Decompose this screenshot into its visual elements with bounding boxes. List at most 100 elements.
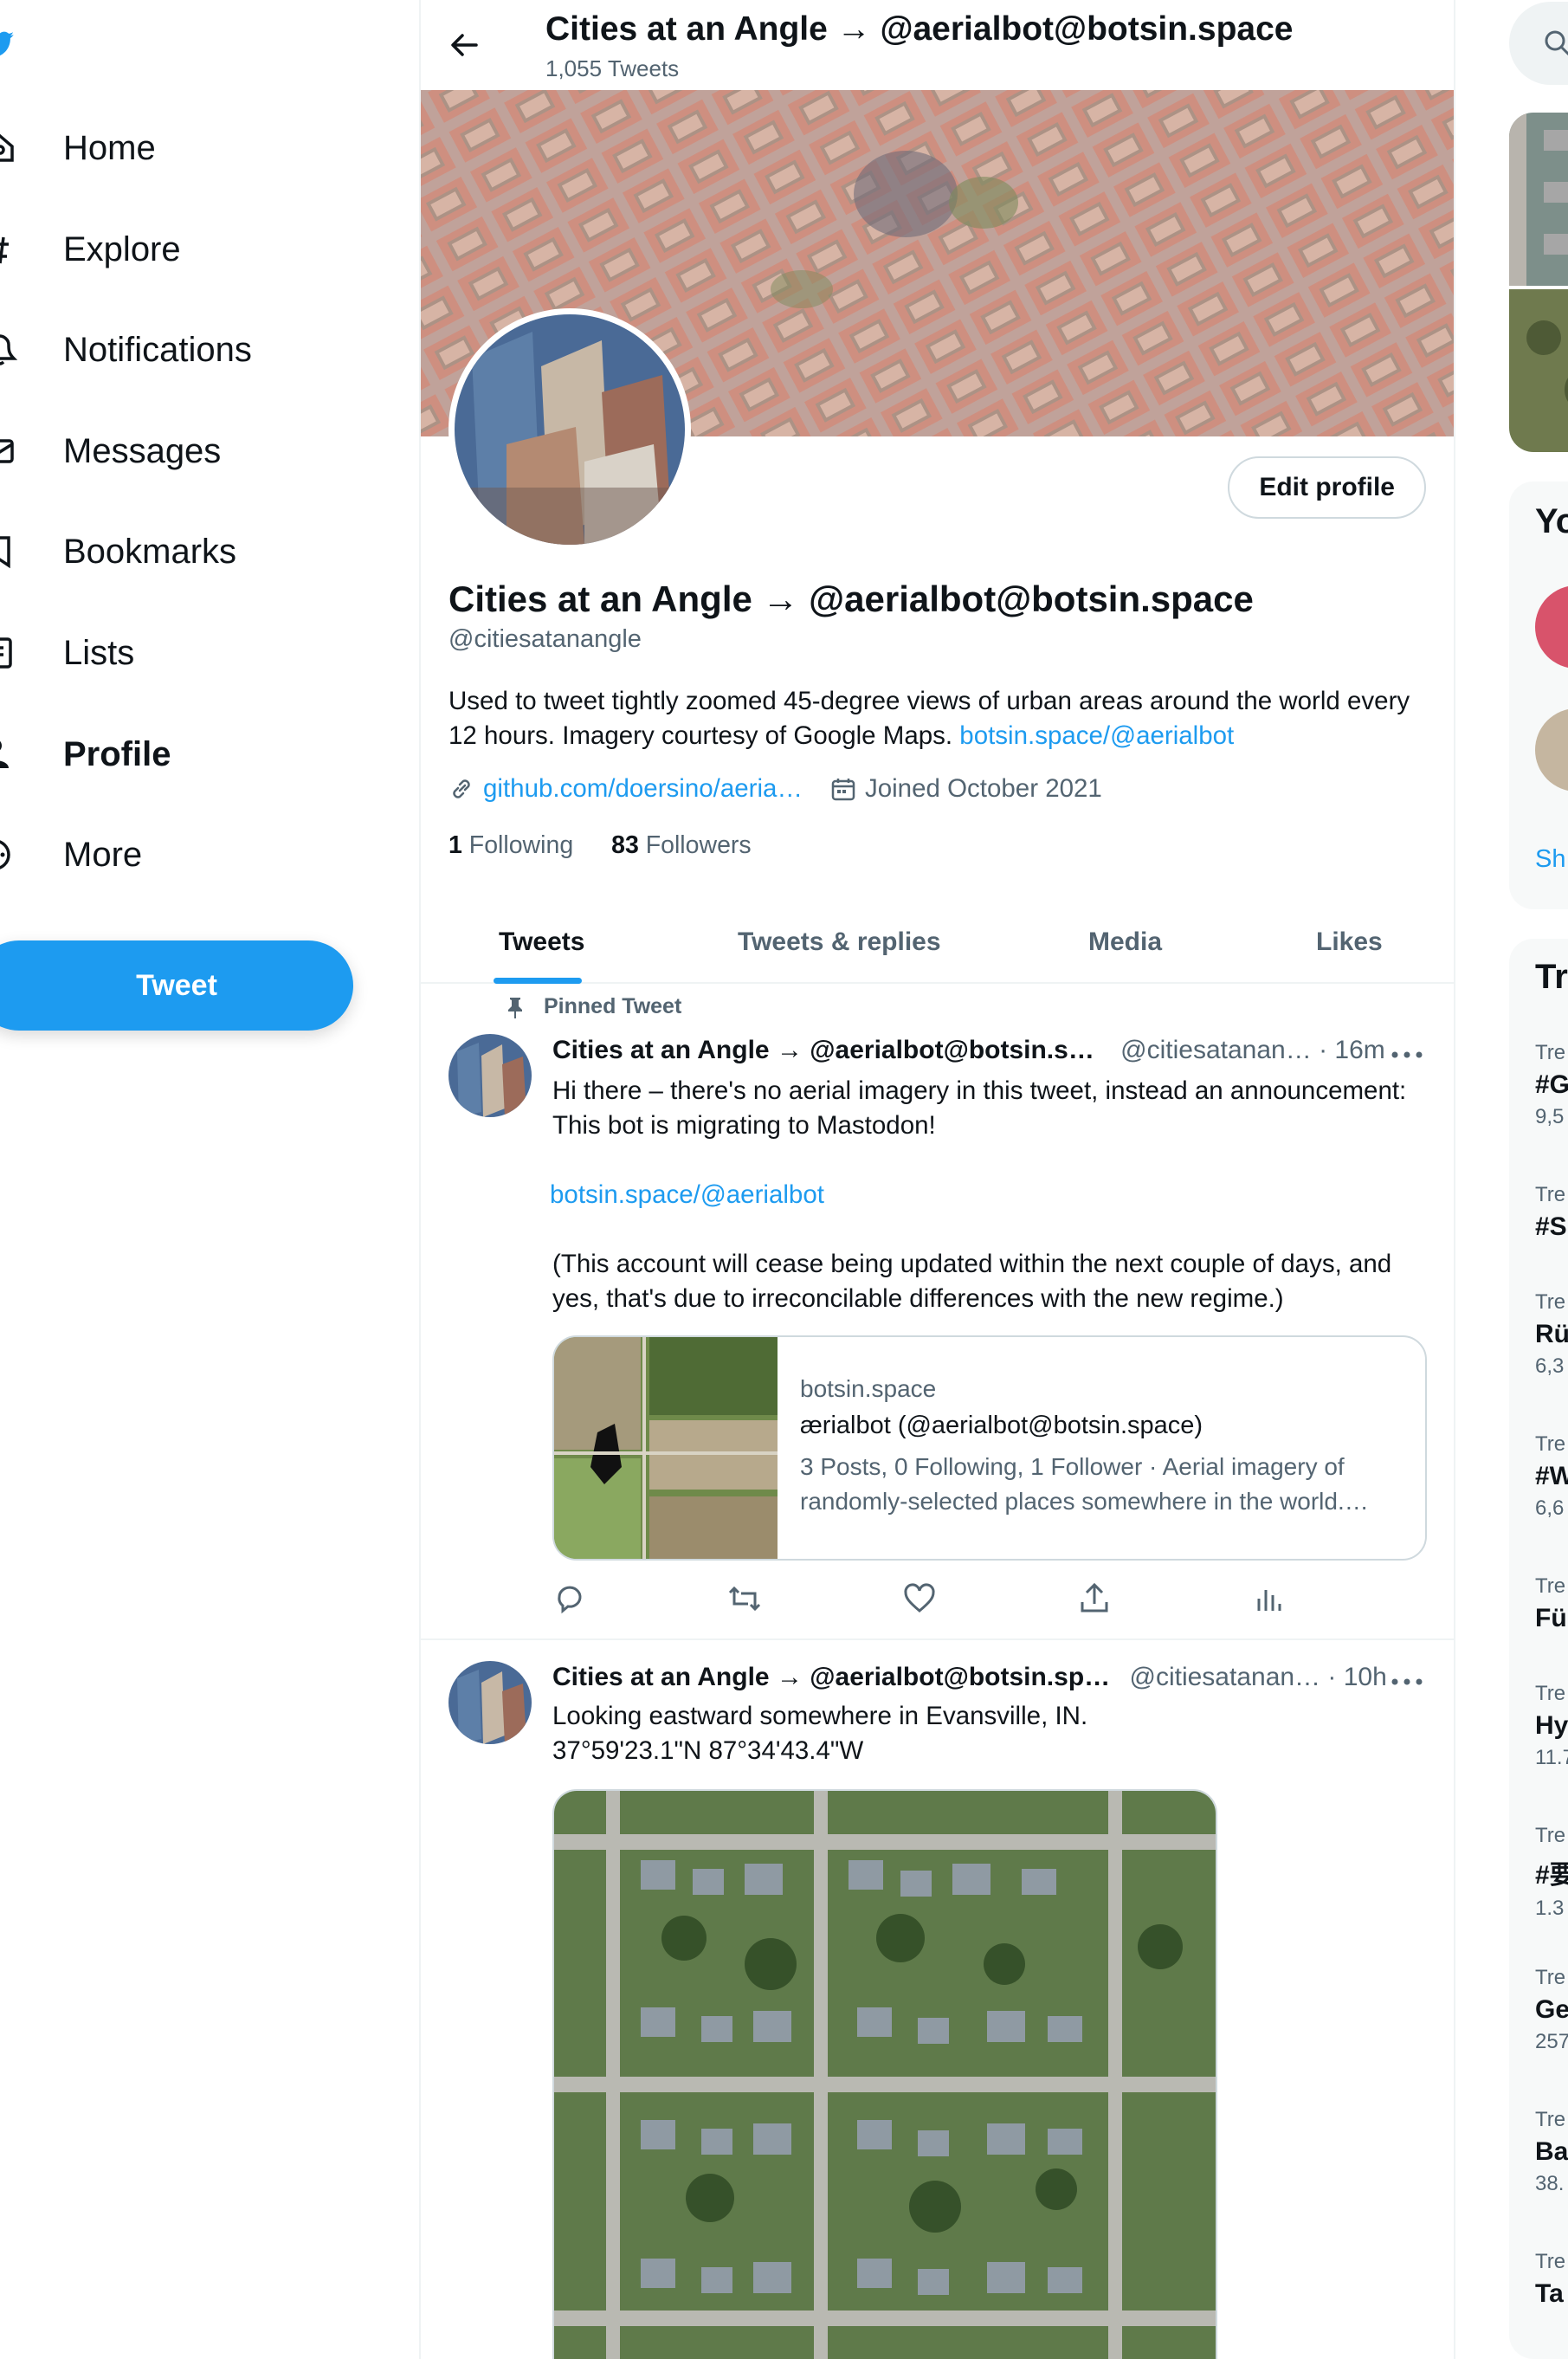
trend-item[interactable]: Tre #G 9,5 (1535, 1041, 1568, 1129)
show-more-link[interactable]: Sh (1535, 845, 1565, 874)
like-icon[interactable] (902, 1581, 937, 1616)
tweet-link[interactable]: botsin.space/@aerialbot (550, 1178, 1424, 1212)
tweet-text-continued: (This account will cease being updated w… (552, 1250, 1392, 1313)
more-circle-icon (0, 840, 10, 869)
active-tab-indicator (494, 978, 582, 984)
reply-icon[interactable] (552, 1581, 587, 1616)
back-arrow-icon[interactable] (443, 24, 485, 66)
trend-name: Fü (1535, 1604, 1567, 1632)
trend-item[interactable]: Tre Hy 11.7 (1535, 1682, 1568, 1770)
trend-name: #要 (1535, 1861, 1568, 1890)
tab-media[interactable]: Media (1088, 901, 1162, 984)
tweet-button[interactable]: Tweet (0, 940, 353, 1031)
tweet-author-avatar[interactable] (448, 1034, 532, 1117)
trend-name: Hy (1535, 1711, 1568, 1740)
tab-likes-label: Likes (1316, 927, 1383, 956)
tweet-actions (552, 1581, 1314, 1616)
tweet-author-handle[interactable]: @citiesatanan… (1120, 1036, 1312, 1064)
nav-explore[interactable]: Explore (0, 215, 181, 284)
profile-photos-preview[interactable] (1509, 113, 1568, 452)
trend-item[interactable]: Tre Rü 6,3 (1535, 1290, 1568, 1379)
trend-item[interactable]: Tre Ta (1535, 2250, 1565, 2309)
trend-name: Rü (1535, 1320, 1568, 1348)
tweet-author-name[interactable]: Cities at an Angle → @aerialbot@botsin.s… (552, 1663, 1110, 1691)
tweet-media-image[interactable] (552, 1789, 1217, 2359)
profile-avatar[interactable] (448, 308, 691, 551)
trend-item[interactable]: Tre Fü (1535, 1574, 1567, 1633)
followers-count: 83 (611, 831, 639, 859)
tweet-text: Hi there – there's no aerial imagery in … (552, 1076, 1407, 1140)
trend-name: #G (1535, 1070, 1568, 1099)
nav-messages[interactable]: Messages (0, 417, 221, 486)
tab-tweets-replies-label: Tweets & replies (738, 927, 941, 956)
profile-meta: github.com/doersino/aeria… Joined Octobe… (448, 774, 1102, 804)
tab-likes[interactable]: Likes (1316, 901, 1383, 984)
profile-website-link[interactable]: github.com/doersino/aeria… (483, 774, 803, 804)
nav-profile[interactable]: Profile (0, 720, 171, 789)
tweet-text: Looking eastward somewhere in Evansville… (552, 1702, 1088, 1765)
trend-item[interactable]: Tre #S (1535, 1183, 1567, 1242)
trend-label: Tre (1535, 1432, 1566, 1456)
trend-name: Ge (1535, 1995, 1568, 2024)
more-options-icon[interactable] (1388, 1046, 1426, 1063)
trends-heading: Tr (1535, 958, 1568, 996)
tweet-timestamp[interactable]: · 10h (1327, 1663, 1386, 1691)
trend-item[interactable]: Tre Ba 38. (1535, 2108, 1568, 2196)
nav-lists[interactable]: Lists (0, 618, 134, 688)
profile-handle: @citiesatanangle (448, 625, 642, 653)
following-count: 1 (448, 831, 462, 859)
nav-messages-label: Messages (63, 431, 222, 470)
tab-tweets[interactable]: Tweets (499, 901, 584, 984)
profile-header-bar: Cities at an Angle → @aerialbot@botsin.s… (421, 0, 1454, 90)
nav-explore-label: Explore (63, 229, 181, 268)
search-icon (1545, 30, 1568, 56)
bookmark-icon (0, 536, 10, 569)
left-navigation: Home Explore Notifications Messages Book… (0, 0, 419, 2359)
tab-tweets-replies[interactable]: Tweets & replies (738, 901, 941, 984)
bell-icon (0, 334, 18, 365)
more-options-icon[interactable] (1388, 1673, 1426, 1690)
person-icon (0, 740, 9, 768)
profile-tabs: Tweets Tweets & replies Media Likes (421, 901, 1454, 984)
nav-home[interactable]: Home (0, 113, 156, 183)
trend-count: 6,6 (1535, 1496, 1565, 1520)
tweet-timestamp[interactable]: · 16m (1319, 1036, 1385, 1064)
card-domain: botsin.space (800, 1375, 937, 1402)
trend-item[interactable]: Tre #W 6,6 (1535, 1432, 1568, 1521)
trend-label: Tre (1535, 1290, 1566, 1314)
edit-profile-button[interactable]: Edit profile (1228, 456, 1426, 519)
home-icon (0, 133, 14, 162)
trend-label: Tre (1535, 1966, 1566, 1989)
tweet-author-avatar[interactable] (448, 1661, 532, 1744)
trend-label: Tre (1535, 1824, 1566, 1847)
twitter-logo-icon[interactable] (0, 24, 38, 69)
search-input[interactable] (1509, 2, 1568, 85)
followers-link[interactable]: 83 Followers (611, 831, 752, 859)
nav-bookmarks[interactable]: Bookmarks (0, 517, 236, 586)
share-icon[interactable] (1077, 1581, 1112, 1616)
trend-count: 9,5 (1535, 1105, 1565, 1128)
profile-joined-date: Joined October 2021 (864, 774, 1102, 803)
tweet-author-handle[interactable]: @citiesatanan… (1130, 1663, 1321, 1691)
nav-notifications-label: Notifications (63, 330, 252, 369)
trend-label: Tre (1535, 1682, 1566, 1705)
profile-name: Cities at an Angle → @aerialbot@botsin.s… (448, 578, 1254, 619)
card-description: 3 Posts, 0 Following, 1 Follower · Aeria… (800, 1453, 1369, 1515)
nav-notifications[interactable]: Notifications (0, 315, 252, 385)
profile-timeline: Cities at an Angle → @aerialbot@botsin.s… (419, 0, 1455, 2359)
link-preview-card[interactable]: botsin.space ærialbot (@aerialbot@botsin… (552, 1335, 1427, 1561)
nav-profile-label: Profile (63, 734, 171, 773)
trend-count: 6,3 (1535, 1354, 1565, 1378)
tab-media-label: Media (1088, 927, 1163, 956)
card-thumbnail (554, 1337, 778, 1559)
tweet-author-name[interactable]: Cities at an Angle → @aerialbot@botsin.s… (552, 1036, 1094, 1064)
following-link[interactable]: 1 Following (448, 831, 573, 859)
retweet-icon[interactable] (727, 1581, 762, 1616)
trend-item[interactable]: Tre Ge 257 (1535, 1966, 1568, 2054)
followers-label: Followers (645, 831, 752, 859)
trend-item[interactable]: Tre #要 1.3 (1535, 1824, 1568, 1921)
profile-bio-link[interactable]: botsin.space/@aerialbot (959, 721, 1234, 750)
nav-more[interactable]: More (0, 820, 142, 889)
analytics-icon[interactable] (1252, 1581, 1287, 1616)
trend-label: Tre (1535, 2250, 1566, 2273)
